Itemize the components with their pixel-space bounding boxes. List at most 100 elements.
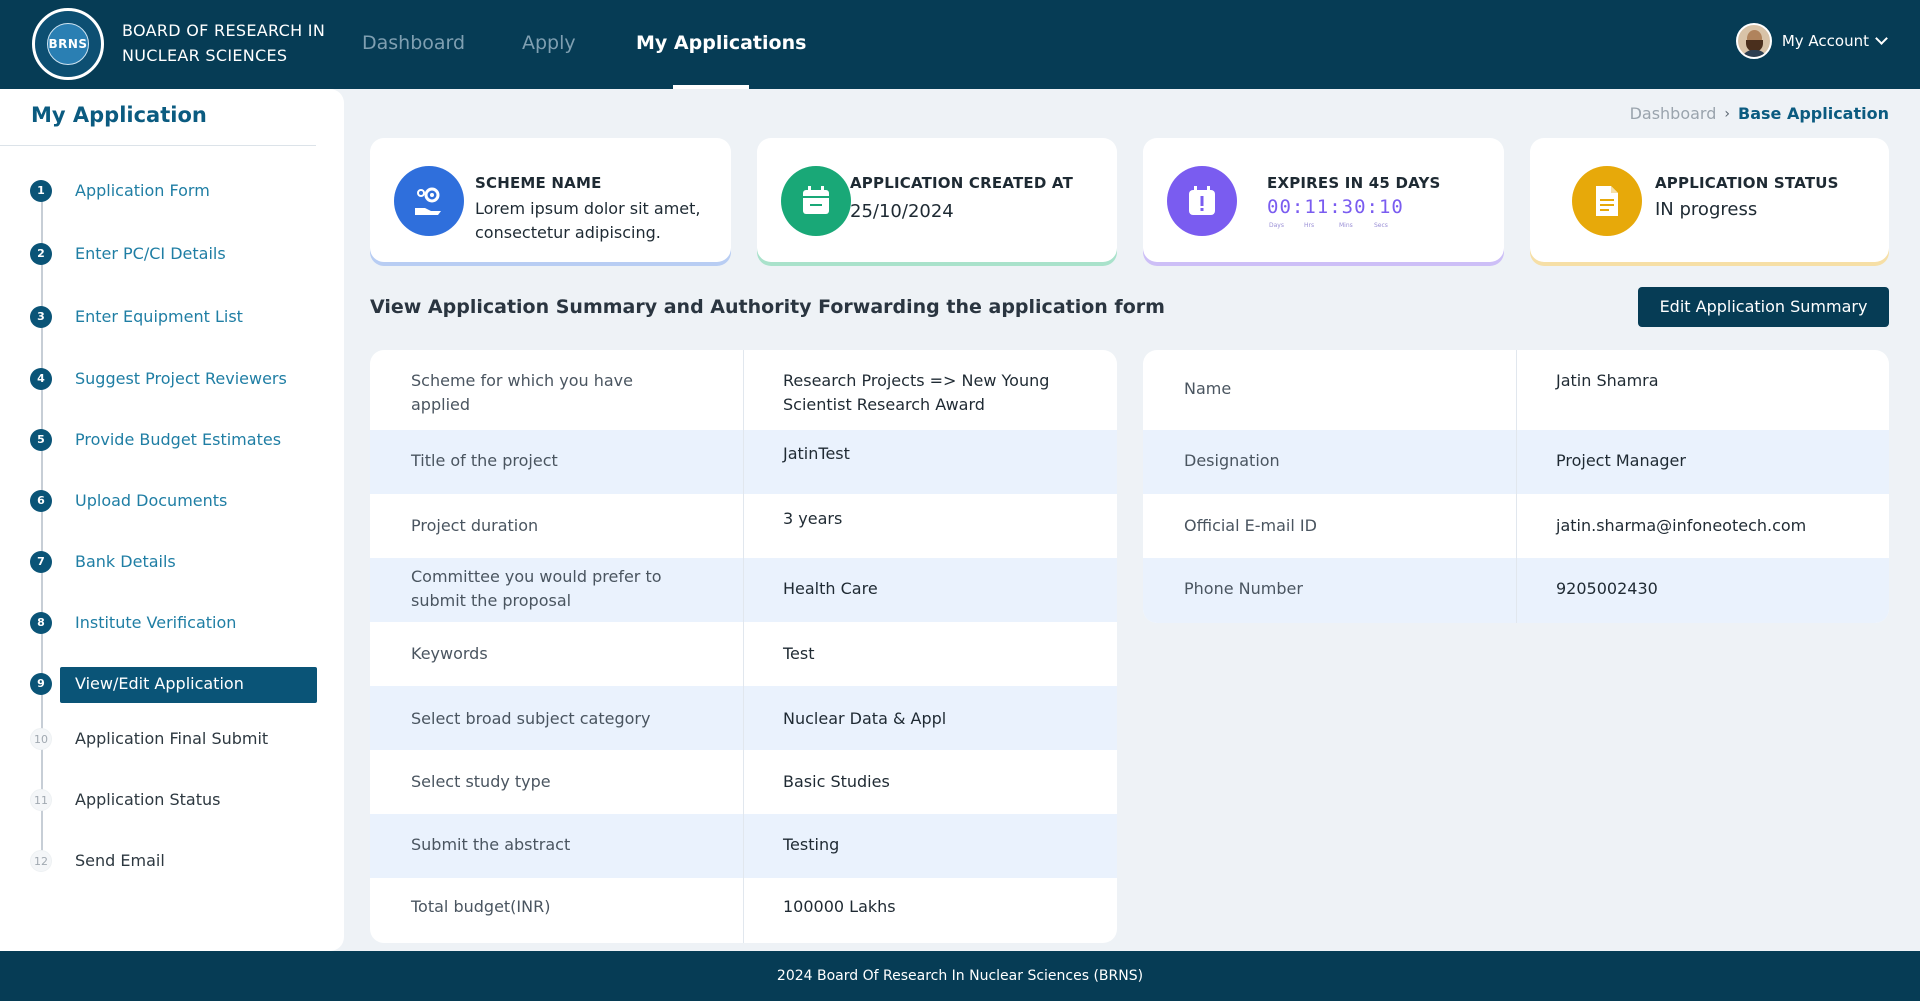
- step-number: 9: [30, 673, 52, 695]
- application-status-title: APPLICATION STATUS: [1655, 174, 1839, 192]
- countdown-timer: 00:11:30:10: [1267, 196, 1404, 218]
- nav-dashboard[interactable]: Dashboard: [362, 32, 465, 54]
- step-number: 6: [30, 490, 52, 512]
- step-label: View/Edit Application: [60, 667, 317, 703]
- row-value: Project Manager: [1556, 451, 1686, 470]
- active-nav-indicator: [673, 85, 749, 89]
- row-value: Nuclear Data & Appl: [783, 709, 947, 728]
- my-account-label: My Account: [1781, 32, 1869, 50]
- step-application-status[interactable]: 11 Application Status: [0, 781, 344, 819]
- brns-logo[interactable]: BRNS: [32, 8, 104, 80]
- unit-days: Days: [1269, 222, 1284, 229]
- step-number: 11: [30, 789, 52, 811]
- row-label: Select broad subject category: [411, 709, 651, 728]
- top-header: BRNS BOARD OF RESEARCH IN NUCLEAR SCIENC…: [0, 0, 1920, 89]
- step-number: 7: [30, 551, 52, 573]
- row-value: Jatin Shamra: [1556, 371, 1659, 390]
- organization-name: BOARD OF RESEARCH IN NUCLEAR SCIENCES: [122, 21, 326, 65]
- scheme-name-value: Lorem ipsum dolor sit amet, consectetur …: [475, 199, 701, 242]
- step-number: 5: [30, 429, 52, 451]
- sidebar-title: My Application: [31, 103, 207, 127]
- created-at-title: APPLICATION CREATED AT: [850, 174, 1074, 192]
- scheme-name-card: SCHEME NAME Lorem ipsum dolor sit amet, …: [370, 138, 731, 262]
- expiry-card: EXPIRES IN 45 DAYS 00:11:30:10 Days Hrs …: [1143, 138, 1504, 262]
- step-number: 10: [30, 728, 52, 750]
- row-value: Basic Studies: [783, 772, 890, 791]
- sidebar-divider: [0, 145, 316, 146]
- row-value: jatin.sharma@infoneotech.com: [1556, 516, 1807, 535]
- step-number: 1: [30, 180, 52, 202]
- scheme-name-title: SCHEME NAME: [475, 174, 602, 192]
- person-details-table: Name Jatin Shamra Designation Project Ma…: [1143, 350, 1889, 623]
- summary-section-title: View Application Summary and Authority F…: [370, 296, 1165, 318]
- row-value: JatinTest: [783, 444, 850, 463]
- countdown-units: Days Hrs Mins Secs: [1269, 222, 1419, 229]
- alert-calendar-icon: [1167, 166, 1237, 236]
- logo-text: BRNS: [48, 37, 88, 51]
- step-number: 2: [30, 243, 52, 265]
- footer: 2024 Board Of Research In Nuclear Scienc…: [0, 951, 1920, 1001]
- step-label: Application Final Submit: [75, 729, 269, 748]
- chevron-right-icon: ›: [1724, 105, 1730, 122]
- scheme-settings-icon: [394, 166, 464, 236]
- row-label: Project duration: [411, 516, 539, 535]
- nav-my-applications[interactable]: My Applications: [636, 32, 806, 54]
- row-value: Health Care: [783, 579, 878, 598]
- step-institute-verification[interactable]: 8 Institute Verification: [0, 604, 344, 642]
- step-application-final-submit[interactable]: 10 Application Final Submit: [0, 720, 344, 758]
- row-label: Title of the project: [411, 451, 558, 470]
- edit-application-summary-button[interactable]: Edit Application Summary: [1638, 287, 1889, 327]
- step-provide-budget-estimates[interactable]: 5 Provide Budget Estimates: [0, 421, 344, 459]
- row-label: Keywords: [411, 644, 488, 663]
- step-label: Enter PC/CI Details: [75, 244, 226, 263]
- step-upload-documents[interactable]: 6 Upload Documents: [0, 482, 344, 520]
- step-enter-pc-ci-details[interactable]: 2 Enter PC/CI Details: [0, 235, 344, 273]
- step-send-email[interactable]: 12 Send Email: [0, 842, 344, 880]
- step-label: Provide Budget Estimates: [75, 430, 282, 449]
- row-value: 100000 Lakhs: [783, 897, 896, 916]
- row-label: Phone Number: [1184, 579, 1303, 598]
- application-status-value: IN progress: [1655, 199, 1758, 220]
- created-at-card: APPLICATION CREATED AT 25/10/2024: [757, 138, 1117, 262]
- step-enter-equipment-list[interactable]: 3 Enter Equipment List: [0, 298, 344, 336]
- row-value: 3 years: [783, 509, 843, 528]
- row-label: Official E-mail ID: [1184, 516, 1317, 535]
- row-value: 9205002430: [1556, 579, 1658, 598]
- breadcrumb: Dashboard › Base Application: [1630, 104, 1889, 123]
- row-label: Committee you would prefer to submit the…: [411, 567, 662, 610]
- step-label: Application Status: [75, 790, 221, 809]
- column-divider: [1516, 350, 1517, 623]
- calendar-icon: [781, 166, 851, 236]
- step-label: Bank Details: [75, 552, 176, 571]
- row-label: Scheme for which you have applied: [411, 371, 633, 414]
- chevron-down-icon: [1875, 32, 1888, 45]
- step-label: Application Form: [75, 181, 210, 200]
- row-value: Testing: [783, 835, 840, 854]
- row-value: Test: [783, 644, 815, 663]
- document-icon: [1572, 166, 1642, 236]
- row-value: Research Projects => New Young Scientist…: [783, 371, 1050, 414]
- breadcrumb-current: Base Application: [1738, 104, 1889, 123]
- avatar: [1735, 23, 1772, 59]
- my-account-menu[interactable]: My Account: [1735, 23, 1888, 59]
- step-label: Suggest Project Reviewers: [75, 369, 287, 388]
- project-summary-table: Scheme for which you have applied Resear…: [370, 350, 1117, 943]
- row-label: Name: [1184, 379, 1232, 398]
- application-status-card: APPLICATION STATUS IN progress: [1530, 138, 1889, 262]
- step-bank-details[interactable]: 7 Bank Details: [0, 543, 344, 581]
- created-at-value: 25/10/2024: [850, 201, 954, 222]
- step-label: Institute Verification: [75, 613, 237, 632]
- sidebar: My Application 1 Application Form 2 Ente…: [0, 89, 344, 951]
- step-number: 8: [30, 612, 52, 634]
- row-label: Designation: [1184, 451, 1280, 470]
- step-number: 12: [30, 850, 52, 872]
- column-divider: [743, 350, 744, 943]
- row-label: Total budget(INR): [411, 897, 551, 916]
- nav-apply[interactable]: Apply: [522, 32, 576, 54]
- step-application-form[interactable]: 1 Application Form: [0, 172, 344, 210]
- breadcrumb-dashboard[interactable]: Dashboard: [1630, 104, 1717, 123]
- step-suggest-project-reviewers[interactable]: 4 Suggest Project Reviewers: [0, 360, 344, 398]
- expiry-title: EXPIRES IN 45 DAYS: [1267, 174, 1441, 192]
- step-number: 4: [30, 368, 52, 390]
- step-view-edit-application[interactable]: 9 View/Edit Application: [0, 665, 344, 703]
